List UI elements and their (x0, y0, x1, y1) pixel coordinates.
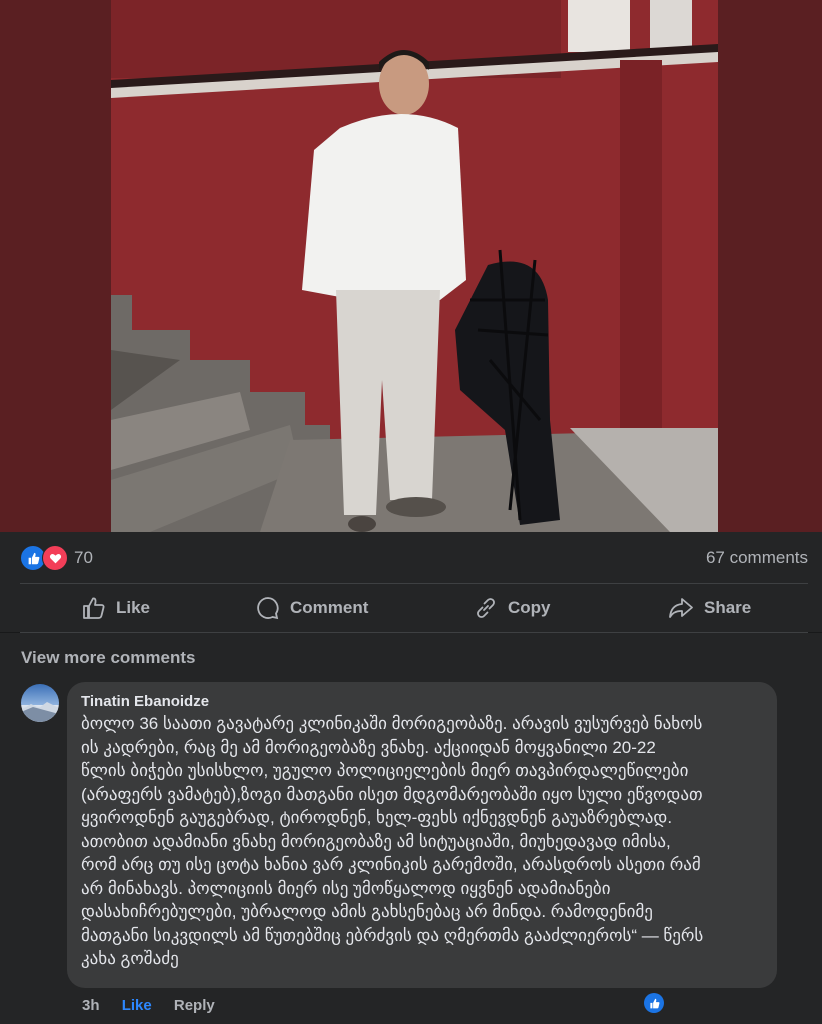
comment-like-reaction-icon[interactable] (644, 993, 664, 1013)
copy-button[interactable]: Copy (474, 584, 551, 632)
copy-label: Copy (508, 598, 551, 617)
comment-bubble: Tinatin Ebanoidze ბოლო 36 საათი გავატარე… (67, 682, 777, 988)
reaction-icons[interactable] (20, 545, 72, 571)
reaction-count[interactable]: 70 (74, 548, 93, 568)
thumbs-up-icon (83, 597, 105, 619)
comment-time[interactable]: 3h (82, 997, 100, 1014)
comment-reply-link[interactable]: Reply (174, 997, 215, 1014)
view-more-comments-link[interactable]: View more comments (21, 648, 195, 668)
post-photo[interactable] (0, 0, 822, 532)
comment-author[interactable]: Tinatin Ebanoidze (81, 693, 209, 710)
share-button[interactable]: Share (668, 584, 751, 632)
like-button[interactable]: Like (82, 584, 150, 632)
action-bar: Like Comment Copy Share (0, 584, 822, 632)
reactions-bar: 70 67 comments (0, 532, 822, 584)
link-icon (477, 598, 495, 618)
photo-image (0, 0, 822, 532)
comment-icon (257, 597, 279, 620)
avatar[interactable] (21, 684, 59, 722)
share-icon (669, 598, 693, 618)
love-icon (42, 545, 68, 571)
share-label: Share (704, 598, 752, 617)
comments-section: View more comments Tinatin Ebanoidze ბოლ… (0, 633, 822, 1024)
like-label: Like (116, 598, 151, 617)
comments-count[interactable]: 67 comments (706, 548, 808, 568)
comment-text: ბოლო 36 საათი გავატარე კლინიკაში მორიგეო… (81, 714, 704, 968)
comment-button[interactable]: Comment (256, 584, 368, 632)
comment-label: Comment (290, 598, 369, 617)
comment-like-link[interactable]: Like (122, 997, 152, 1014)
comment-meta: 3h Like Reply (82, 997, 233, 1014)
